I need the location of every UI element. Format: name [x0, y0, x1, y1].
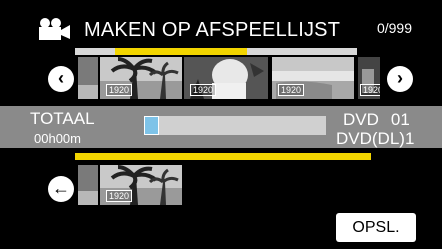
page-title: MAKEN OP AFSPEELLIJST: [84, 19, 341, 41]
resolution-badge: 1920: [360, 84, 380, 96]
arrow-left-icon: ←: [52, 178, 70, 198]
next-button[interactable]: ›: [387, 66, 413, 92]
playlist-counter: 0/999: [376, 20, 412, 36]
chevron-left-icon: ‹: [58, 68, 64, 88]
camcorder-icon: [39, 18, 70, 40]
disc-dl-label: DVD(DL)1: [336, 129, 415, 148]
source-thumbnail[interactable]: [78, 57, 98, 99]
source-selection-indicator: [115, 48, 247, 55]
playlist-bar: [75, 153, 371, 160]
total-label: TOTAAL: [30, 109, 95, 128]
prev-button[interactable]: ‹: [48, 66, 74, 92]
disc-type-label: DVD: [343, 110, 379, 129]
disc-count: 01: [390, 110, 410, 129]
source-thumbnail-strip: 1920 1920 1920 1920: [78, 57, 380, 99]
header-bar: MAKEN OP AFSPEELLIJST 0/999: [0, 0, 442, 48]
resolution-badge: 1920: [278, 84, 305, 96]
source-thumbnail[interactable]: 1920: [184, 57, 268, 99]
chevron-right-icon: ›: [397, 68, 403, 88]
capacity-bar-fill: [144, 116, 159, 135]
back-button[interactable]: ←: [48, 176, 74, 202]
save-button[interactable]: OPSL.: [336, 213, 416, 242]
resolution-badge: 1920: [190, 84, 217, 96]
capacity-bar: [144, 116, 326, 135]
resolution-badge: 1920: [106, 190, 133, 202]
playlist-thumbnail-strip: 1920: [78, 165, 188, 205]
playlist-thumbnail[interactable]: 1920: [100, 165, 182, 205]
source-thumbnail[interactable]: 1920: [358, 57, 380, 99]
source-scrollbar[interactable]: [75, 48, 357, 55]
disc-count-line: DVD 01: [343, 110, 410, 130]
source-thumbnail[interactable]: 1920: [100, 57, 182, 99]
source-thumbnail[interactable]: 1920: [272, 57, 354, 99]
playlist-thumbnail[interactable]: [78, 165, 98, 205]
total-time: 00h00m: [34, 131, 81, 146]
resolution-badge: 1920: [106, 84, 133, 96]
